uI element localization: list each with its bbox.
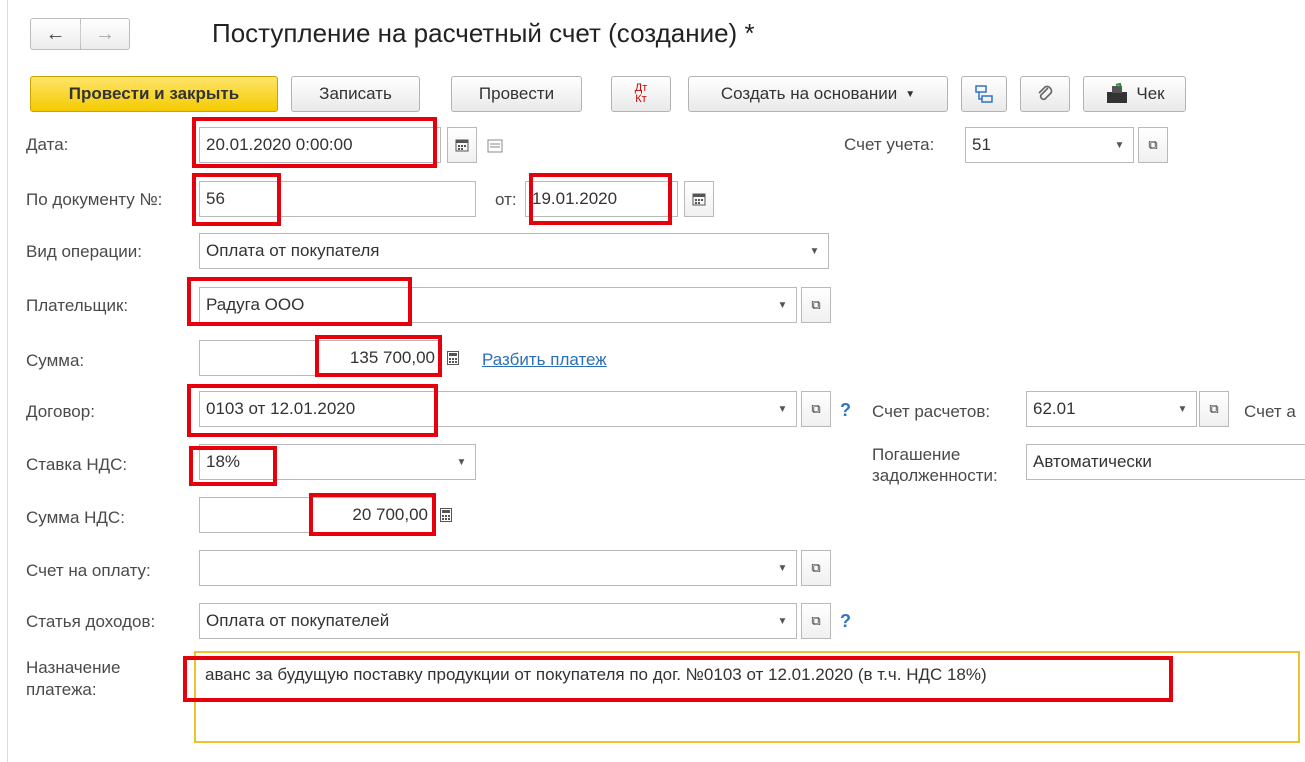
dt-kt-icon-bottom: Кт [635,93,647,105]
dt-kt-button[interactable]: Дт Кт [611,76,671,112]
contract-dropdown-button[interactable]: ▼ [769,391,797,427]
cash-register-icon [1107,83,1128,103]
chevron-down-icon: ▼ [777,562,788,574]
chevron-down-icon: ▼ [777,403,788,415]
open-icon: ⧉ [1209,401,1219,416]
purpose-label-line1: Назначение [26,658,121,677]
arrow-left-icon: ← [45,22,66,45]
paperclip-icon [1038,85,1053,101]
highlight-doc-number [192,173,281,226]
back-button[interactable]: ← [30,18,80,50]
doc-date-label: от: [495,190,517,209]
invoice-dropdown-button[interactable]: ▼ [769,550,797,586]
contract-label: Договор: [26,402,95,421]
left-border [7,0,8,762]
account-open-button[interactable]: ⧉ [1138,127,1168,163]
open-icon: ⧉ [811,401,821,416]
income-item-help-icon[interactable]: ? [840,611,851,632]
settlement-account-field[interactable]: 62.01 [1026,391,1170,427]
purpose-label: Назначение платежа: [26,657,120,701]
receipt-button[interactable]: Чек [1083,76,1186,112]
chevron-down-icon: ▼ [456,456,467,468]
calendar-icon [692,193,706,206]
income-item-field[interactable]: Оплата от покупателей [199,603,770,639]
highlight-date [192,117,437,168]
chevron-down-icon: ▼ [905,88,916,100]
calculator-icon [447,351,459,365]
income-item-open-button[interactable]: ⧉ [801,603,831,639]
post-and-close-button[interactable]: Провести и закрыть [30,76,278,112]
date-calendar-button[interactable] [447,127,477,163]
create-based-on-label: Создать на основании [720,84,898,103]
debt-repayment-label-line2: задолженности: [872,466,998,485]
receipt-label: Чек [1136,84,1165,103]
chevron-down-icon: ▼ [1114,139,1125,151]
amount-calculator-button[interactable] [441,340,465,376]
page-title: Поступление на расчетный счет (создание)… [212,18,755,48]
highlight-amount [315,335,442,377]
highlight-vat-rate [189,446,277,486]
list-icon[interactable] [487,138,503,158]
advance-account-label: Счет а [1244,402,1296,421]
structure-button[interactable] [961,76,1007,112]
open-icon: ⧉ [811,560,821,575]
highlight-contract [187,384,438,437]
account-dropdown-button[interactable]: ▼ [1106,127,1134,163]
contract-open-button[interactable]: ⧉ [801,391,831,427]
chevron-down-icon: ▼ [777,615,788,627]
nav-separator [80,24,81,44]
invoice-field[interactable] [199,550,770,586]
highlight-purpose [183,656,1173,702]
vat-amount-calculator-button[interactable] [434,497,458,533]
invoice-open-button[interactable]: ⧉ [801,550,831,586]
account-field[interactable]: 51 [965,127,1107,163]
open-icon: ⧉ [811,613,821,628]
debt-repayment-field[interactable]: Автоматически [1026,444,1305,480]
income-item-label: Статья доходов: [26,612,156,631]
vat-rate-dropdown-button[interactable]: ▼ [448,444,476,480]
chevron-down-icon: ▼ [777,299,788,311]
purpose-label-line2: платежа: [26,680,97,699]
debt-repayment-label: Погашение задолженности: [872,444,998,486]
settlement-account-open-button[interactable]: ⧉ [1199,391,1229,427]
debt-repayment-label-line1: Погашение [872,445,961,464]
save-button[interactable]: Записать [291,76,420,112]
attach-button[interactable] [1020,76,1070,112]
payer-label: Плательщик: [26,296,129,315]
operation-type-label: Вид операции: [26,242,142,261]
vat-amount-label: Сумма НДС: [26,508,125,527]
calculator-icon [440,508,452,522]
payer-dropdown-button[interactable]: ▼ [769,287,797,323]
highlight-vat-amount [309,493,436,536]
split-payment-link[interactable]: Разбить платеж [482,350,607,370]
income-item-dropdown-button[interactable]: ▼ [769,603,797,639]
doc-number-label: По документу №: [26,190,163,209]
vat-rate-label: Ставка НДС: [26,455,128,474]
payer-open-button[interactable]: ⧉ [801,287,831,323]
settlement-account-label: Счет расчетов: [872,402,991,421]
highlight-doc-date [529,173,672,225]
invoice-label: Счет на оплату: [26,561,151,580]
account-label: Счет учета: [844,135,935,154]
arrow-right-icon: → [95,22,115,45]
post-button[interactable]: Провести [451,76,582,112]
open-icon: ⧉ [1148,137,1158,152]
amount-label: Сумма: [26,351,85,370]
doc-date-calendar-button[interactable] [684,181,714,217]
create-based-on-button[interactable]: Создать на основании ▼ [688,76,948,112]
structure-icon [975,85,993,103]
settlement-account-dropdown-button[interactable]: ▼ [1169,391,1197,427]
highlight-payer [187,277,412,326]
calendar-icon [455,139,469,152]
chevron-down-icon: ▼ [809,245,820,257]
open-icon: ⧉ [811,297,821,312]
operation-type-field[interactable]: Оплата от покупателя [199,233,802,269]
operation-type-dropdown-button[interactable]: ▼ [801,233,829,269]
forward-button[interactable]: → [80,18,130,50]
contract-help-icon[interactable]: ? [840,400,851,421]
chevron-down-icon: ▼ [1177,403,1188,415]
date-label: Дата: [26,135,69,154]
